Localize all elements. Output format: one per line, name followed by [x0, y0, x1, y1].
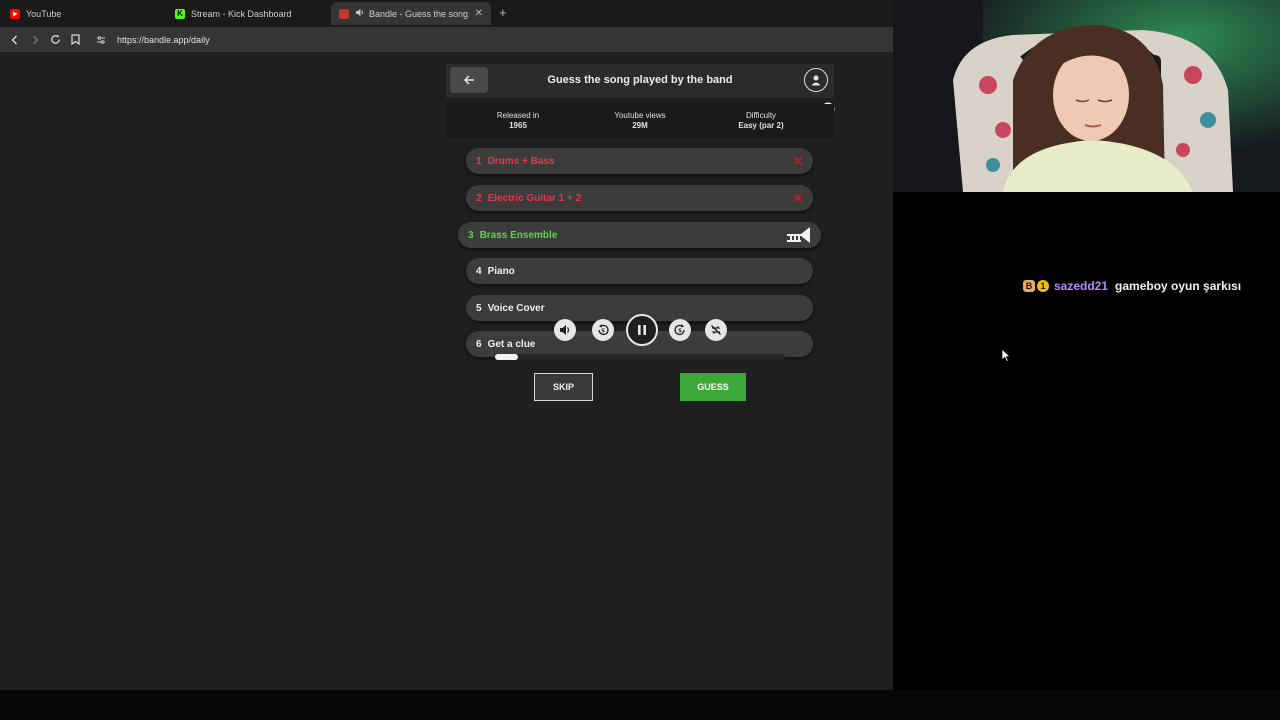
track-drums-bass[interactable]: 1 Drums + Bass: [466, 148, 813, 174]
track-label: Brass Ensemble: [479, 229, 558, 241]
back-icon[interactable]: [5, 30, 25, 50]
pause-button[interactable]: [626, 314, 658, 346]
info-value: Easy (par 2): [738, 121, 784, 130]
trumpet-icon: [787, 227, 810, 243]
new-tab-button[interactable]: +: [499, 5, 507, 20]
kick-favicon-icon: K: [175, 8, 185, 19]
info-label: Released in: [496, 111, 540, 120]
tab-bar: YouTube K Stream - Kick Dashboard Bandle…: [0, 0, 893, 27]
track-number: 1: [476, 155, 482, 167]
track-number: 2: [476, 192, 482, 204]
address-bar[interactable]: https://bandle.app/daily: [117, 35, 210, 45]
arrow-left-icon: [463, 75, 474, 85]
chat-message: B 1 sazedd21 gameboy oyun şarkısı: [1023, 279, 1241, 293]
rewind-5-button[interactable]: 5: [592, 319, 614, 341]
chat-text: gameboy oyun şarkısı: [1115, 279, 1242, 293]
site-settings-icon[interactable]: [91, 30, 111, 50]
no-repeat-icon: [711, 325, 721, 335]
track-brass-ensemble[interactable]: 3 Brass Ensemble: [458, 222, 821, 248]
track-number: 4: [476, 265, 482, 277]
track-label: Get a clue: [487, 338, 536, 350]
track-electric-guitar[interactable]: 2 Electric Guitar 1 + 2: [466, 185, 813, 211]
tab-youtube[interactable]: YouTube: [10, 2, 150, 25]
user-icon: [811, 75, 821, 86]
track-number: 6: [476, 338, 482, 350]
chat-badge: 1: [1037, 280, 1049, 292]
skip-button[interactable]: SKIP: [534, 373, 593, 401]
bandle-favicon-icon: [339, 8, 349, 19]
progress-fill: [495, 354, 519, 360]
chat-username: sazedd21: [1054, 279, 1109, 293]
rewind-5-icon: 5: [598, 324, 609, 336]
svg-text:5: 5: [678, 329, 682, 335]
volume-icon: [560, 325, 570, 335]
navigation-bar: https://bandle.app/daily: [0, 27, 893, 52]
track-label: Electric Guitar 1 + 2: [487, 192, 582, 204]
close-tab-icon[interactable]: ✕: [475, 8, 483, 19]
bandle-app: Guess the song played by the band Releas…: [0, 52, 893, 690]
tab-label: Stream - Kick Dashboard: [191, 8, 292, 19]
guess-button[interactable]: GUESS: [680, 373, 746, 401]
track-number: 3: [468, 229, 474, 241]
x-icon: [793, 193, 803, 203]
bookmark-icon[interactable]: [65, 30, 85, 50]
chat-badge: B: [1023, 280, 1035, 292]
tab-bandle[interactable]: Bandle - Guess the song, one ✕: [331, 2, 491, 25]
track-piano[interactable]: 4 Piano: [466, 258, 813, 284]
svg-text:5: 5: [601, 329, 605, 335]
track-number: 5: [476, 302, 482, 314]
back-button[interactable]: [450, 67, 488, 93]
released-info: Released in 1965: [463, 111, 573, 131]
views-info: Youtube views 29M: [585, 111, 695, 131]
x-icon: [793, 156, 803, 166]
volume-button[interactable]: [554, 319, 576, 341]
youtube-favicon-icon: [10, 8, 20, 19]
streamer-webcam-image: [893, 0, 1280, 192]
info-value: 29M: [632, 121, 648, 130]
tab-label: YouTube: [26, 8, 62, 19]
info-label: Difficulty: [745, 111, 777, 120]
account-button[interactable]: [804, 68, 828, 92]
player-controls: 5 5: [553, 314, 733, 348]
track-label: Piano: [487, 265, 515, 277]
repeat-toggle-button[interactable]: [705, 319, 727, 341]
reload-icon[interactable]: [45, 30, 65, 50]
pause-icon: [638, 325, 646, 335]
forward-5-button[interactable]: 5: [669, 319, 691, 341]
tab-label: Bandle - Guess the song, one: [369, 8, 469, 19]
track-label: Voice Cover: [487, 302, 545, 314]
difficulty-info: Difficulty Easy (par 2): [706, 111, 816, 131]
track-label: Drums + Bass: [487, 155, 555, 167]
mouse-cursor-icon: [1001, 348, 1011, 362]
speaker-icon: [355, 8, 364, 19]
playback-progress-bar[interactable]: [495, 354, 785, 360]
song-info-bar: Released in 1965 Youtube views 29M Diffi…: [446, 104, 834, 138]
bottom-bar: [0, 690, 1280, 720]
webcam-feed: [893, 0, 1280, 192]
forward-5-icon: 5: [674, 324, 685, 336]
tab-kick-dashboard[interactable]: K Stream - Kick Dashboard: [175, 2, 325, 25]
info-value: 1965: [509, 121, 527, 130]
app-header: Guess the song played by the band: [446, 64, 834, 98]
info-label: Youtube views: [614, 111, 666, 120]
page-title: Guess the song played by the band: [547, 74, 733, 86]
forward-icon[interactable]: [25, 30, 45, 50]
